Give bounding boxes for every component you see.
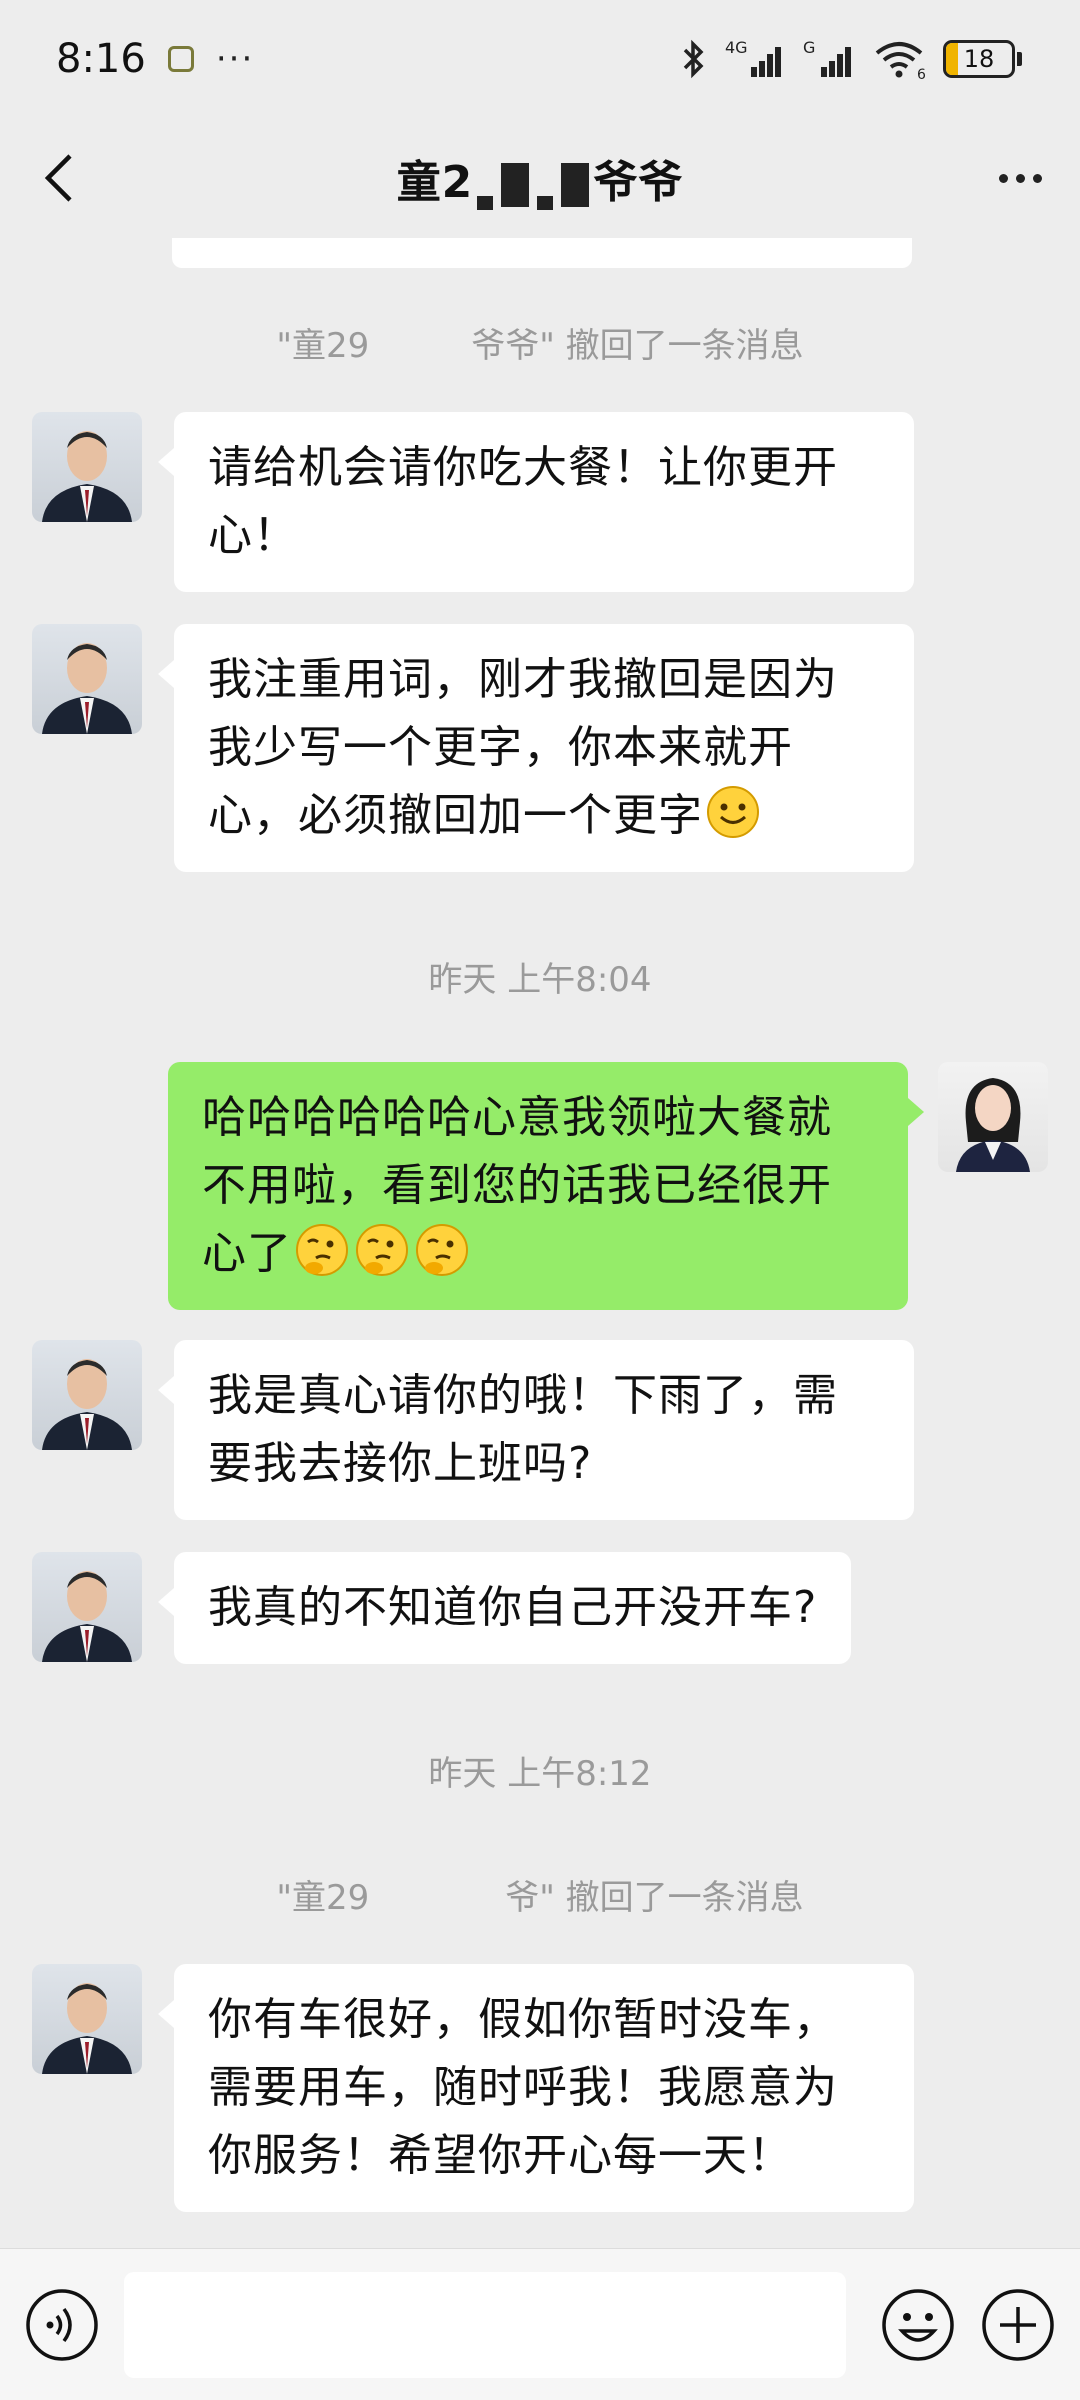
message-row: 我真的不知道你自己开没开车? <box>32 1552 852 1664</box>
plus-button[interactable] <box>980 2287 1056 2363</box>
avatar[interactable] <box>32 624 142 734</box>
timestamp: 昨天 上午8:12 <box>428 1754 652 1794</box>
battery-level: 18 <box>963 45 995 73</box>
message-bubble[interactable]: 我真的不知道你自己开没开车? <box>157 1552 852 1664</box>
more-dot-icon <box>1032 173 1042 183</box>
more-button[interactable] <box>990 173 1050 183</box>
chat-header: 童2 爷爷 <box>0 118 1080 238</box>
back-button[interactable] <box>30 148 90 208</box>
recall-notice: "童29 爷" 撤回了一条消息 <box>276 1878 804 1918</box>
signal-g-label: G <box>803 38 815 57</box>
recall-notice: "童29 爷爷" 撤回了一条消息 <box>276 326 804 366</box>
thinking-emoji-icon <box>356 1224 408 1276</box>
message-bubble[interactable]: 我注重用词，刚才我撤回是因为我少写一个更字，你本来就开心，必须撤回加一个更字 <box>158 624 914 872</box>
wifi-sub-label: 6 <box>917 67 926 81</box>
message-bubble[interactable]: 请给机会请你吃大餐！让你更开心！ <box>158 412 914 592</box>
chat-title: 童2 爷爷 <box>397 146 684 210</box>
partial-message-bubble <box>172 238 912 268</box>
message-row: 我注重用词，刚才我撤回是因为我少写一个更字，你本来就开心，必须撤回加一个更字 <box>32 624 914 872</box>
redaction-mark <box>477 196 494 210</box>
redaction-mark <box>537 196 554 210</box>
signal-4g-icon: 4G <box>725 38 781 77</box>
message-row-self: 哈哈哈哈哈哈心意我领啦大餐就不用啦，看到您的话我已经很开心了 <box>168 1062 1048 1310</box>
message-row: 你有车很好，假如你暂时没车，需要用车，随时呼我！我愿意为你服务！希望你开心每一天… <box>32 1964 914 2212</box>
emoji-button[interactable] <box>880 2287 956 2363</box>
chevron-left-icon <box>44 154 72 202</box>
more-dot-icon <box>998 173 1008 183</box>
message-bubble[interactable]: 我是真心请你的哦！下雨了，需要我去接你上班吗? <box>158 1340 914 1520</box>
message-bubble[interactable]: 哈哈哈哈哈哈心意我领啦大餐就不用啦，看到您的话我已经很开心了 <box>168 1062 924 1310</box>
battery-icon: 18 <box>943 40 1022 78</box>
input-bar <box>0 2248 1080 2400</box>
message-bubble[interactable]: 你有车很好，假如你暂时没车，需要用车，随时呼我！我愿意为你服务！希望你开心每一天… <box>158 1964 914 2212</box>
chat-title-suffix: 爷爷 <box>593 157 684 208</box>
notification-icon <box>167 46 194 72</box>
thinking-emoji-icon <box>416 1224 468 1276</box>
avatar[interactable] <box>32 1552 142 1662</box>
avatar[interactable] <box>32 1340 142 1450</box>
status-time: 8:16 <box>56 36 146 82</box>
smile-emoji-icon <box>707 786 759 838</box>
signal-4g-label: 4G <box>725 38 748 57</box>
avatar[interactable] <box>32 412 142 522</box>
timestamp: 昨天 上午8:04 <box>428 960 652 1000</box>
chat-title-prefix: 童2 <box>396 157 474 208</box>
avatar-self[interactable] <box>938 1062 1048 1172</box>
wifi-icon: 6 <box>875 42 926 81</box>
message-input[interactable] <box>124 2271 846 2378</box>
voice-button[interactable] <box>24 2287 100 2363</box>
redaction-mark <box>561 163 590 207</box>
thinking-emoji-icon <box>296 1224 348 1276</box>
bluetooth-icon <box>683 39 704 79</box>
more-dot-icon <box>1015 173 1025 183</box>
avatar[interactable] <box>32 1964 142 2074</box>
chat-area[interactable]: "童29 爷爷" 撤回了一条消息 请给机会请你吃大餐！让你更开心！ 我注重用词，… <box>0 238 1080 2248</box>
signal-g-icon: G <box>803 38 851 77</box>
redaction-mark <box>501 163 530 207</box>
message-row: 我是真心请你的哦！下雨了，需要我去接你上班吗? <box>32 1340 914 1520</box>
message-row: 请给机会请你吃大餐！让你更开心！ <box>32 412 914 592</box>
more-notifications-icon: ··· <box>215 39 255 79</box>
status-bar: 8:16 ··· 4G G 6 18 <box>0 0 1080 118</box>
